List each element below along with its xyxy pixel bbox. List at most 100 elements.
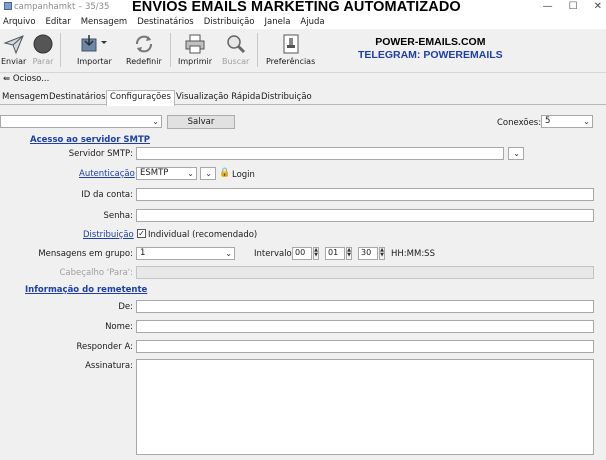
status-icon: ⇚ — [3, 74, 11, 84]
smtp-access-heading[interactable]: Acesso ao servidor SMTP — [30, 135, 150, 145]
interval-hours-spinner[interactable]: ▲ ▼ — [313, 247, 319, 260]
promo-site: POWER-EMAILS.COM — [375, 36, 486, 48]
interval-seconds-spinner[interactable]: ▲ ▼ — [379, 247, 385, 260]
menu-distribuicao[interactable]: Distribuição — [204, 17, 255, 27]
stop-icon — [32, 33, 54, 55]
interval-minutes-field[interactable]: 01 — [325, 247, 345, 260]
interval-hours-field[interactable]: 00 — [292, 247, 312, 260]
auth-value: ESMTP — [140, 168, 169, 178]
close-button[interactable]: ✕ — [594, 1, 602, 12]
search-button[interactable]: Buscar — [222, 33, 249, 66]
connections-value: 5 — [545, 116, 551, 126]
app-icon — [4, 2, 12, 10]
profile-select[interactable]: ⌄ — [0, 115, 162, 128]
authentication-link[interactable]: Autenticação — [79, 169, 135, 179]
toolbar-separator — [257, 33, 258, 67]
preferences-label: Preferências — [266, 57, 316, 66]
to-header-field[interactable] — [136, 266, 594, 279]
search-icon — [225, 33, 247, 55]
reply-to-label: Responder A: — [76, 342, 133, 352]
signature-label: Assinatura: — [85, 361, 133, 371]
tab-strip: Mensagem Destinatários Configurações Vis… — [0, 90, 606, 106]
signature-textarea[interactable] — [136, 359, 594, 455]
menu-editar[interactable]: Editar — [46, 17, 71, 27]
tab-configuracoes[interactable]: Configurações — [106, 90, 175, 106]
tab-destinatarios[interactable]: Destinatários — [46, 91, 109, 105]
import-label: Importar — [77, 57, 112, 66]
reset-button[interactable]: Redefinir — [126, 33, 162, 66]
import-icon — [79, 33, 109, 55]
connections-label: Conexões: — [497, 118, 542, 128]
chevron-down-icon: ⌄ — [187, 169, 194, 178]
tab-mensagem[interactable]: Mensagem — [0, 91, 52, 105]
search-label: Buscar — [222, 57, 250, 66]
toolbar-separator — [60, 33, 61, 67]
reset-label: Redefinir — [126, 57, 162, 66]
window-controls: — ☐ ✕ — [543, 1, 602, 12]
connections-select[interactable]: 5 ⌄ — [541, 115, 593, 128]
maximize-button[interactable]: ☐ — [569, 1, 578, 12]
banner-title: ENVIOS EMAILS MARKETING AUTOMATIZADO — [132, 0, 461, 15]
stop-label: Parar — [32, 57, 54, 66]
interval-seconds-value: 30 — [361, 248, 372, 257]
menu-mensagem[interactable]: Mensagem — [81, 17, 128, 27]
preferences-icon — [280, 33, 302, 55]
password-label: Senha: — [103, 211, 133, 221]
lock-icon: 🔒 — [219, 168, 231, 178]
print-button[interactable]: Imprimir — [178, 33, 212, 66]
from-field[interactable] — [136, 300, 594, 313]
save-button[interactable]: Salvar — [167, 115, 235, 129]
refresh-icon — [133, 33, 155, 55]
menu-bar: Arquivo Editar Mensagem Destinatários Di… — [0, 15, 606, 29]
send-icon — [2, 33, 25, 55]
menu-destinatarios[interactable]: Destinatários — [137, 17, 194, 27]
send-label: Enviar — [1, 57, 27, 66]
minimize-button[interactable]: — — [543, 1, 553, 12]
import-button[interactable]: Importar — [77, 33, 112, 66]
chevron-down-icon: ⌄ — [583, 117, 590, 126]
send-button[interactable]: Enviar — [1, 33, 26, 66]
printer-icon — [184, 33, 206, 55]
interval-minutes-spinner[interactable]: ▲ ▼ — [346, 247, 352, 260]
window-title: campanhamkt – 35/35 — [4, 2, 109, 12]
password-field[interactable] — [136, 209, 594, 222]
menu-arquivo[interactable]: Arquivo — [3, 17, 36, 27]
group-messages-label: Mensagens em grupo: — [38, 249, 133, 259]
preferences-button[interactable]: Preferências — [266, 33, 315, 66]
individual-label: Individual (recomendado) — [148, 230, 258, 240]
chevron-down-icon: ⌄ — [225, 249, 232, 258]
tab-distribuicao[interactable]: Distribuição — [258, 91, 315, 105]
smtp-server-dropdown[interactable]: ⌄ — [508, 147, 524, 160]
print-label: Imprimir — [178, 57, 213, 66]
group-messages-value: 1 — [140, 248, 146, 258]
promo-text: POWER-EMAILS.COM TELEGRAM: POWEREMAILS — [358, 36, 503, 62]
sender-info-heading[interactable]: Informação do remetente — [25, 285, 147, 295]
chevron-down-icon: ⌄ — [513, 149, 520, 158]
interval-minutes-value: 01 — [328, 248, 339, 257]
smtp-server-field[interactable] — [136, 147, 504, 160]
account-id-field[interactable] — [136, 188, 594, 201]
group-messages-select[interactable]: 1 ⌄ — [136, 247, 235, 260]
individual-checkbox[interactable]: ✓ — [137, 229, 146, 238]
name-field[interactable] — [136, 320, 594, 333]
distribution-link[interactable]: Distribuição — [83, 230, 134, 240]
menu-ajuda[interactable]: Ajuda — [300, 17, 324, 27]
interval-label: Intervalo: — [254, 249, 295, 259]
smtp-server-label: Servidor SMTP: — [68, 149, 133, 159]
status-bar: ⇚ Ocioso... — [0, 74, 606, 88]
promo-telegram: TELEGRAM: POWEREMAILS — [358, 49, 503, 61]
auth-select[interactable]: ESMTP ⌄ — [136, 167, 197, 180]
account-id-label: ID da conta: — [81, 190, 133, 200]
interval-seconds-field[interactable]: 30 — [358, 247, 378, 260]
reply-to-field[interactable] — [136, 340, 594, 353]
auth-dropdown-button[interactable]: ⌄ — [200, 167, 216, 180]
tab-visualizacao-rapida[interactable]: Visualização Rápida — [173, 91, 263, 105]
stop-button[interactable]: Parar — [32, 33, 54, 66]
interval-hours-value: 00 — [295, 248, 306, 257]
interval-format-label: HH:MM:SS — [391, 249, 435, 259]
window-title-text: campanhamkt – 35/35 — [14, 2, 110, 12]
menu-janela[interactable]: Janela — [265, 17, 291, 27]
login-label: Login — [232, 170, 255, 180]
chevron-down-icon: ⌄ — [152, 117, 159, 126]
title-bar: campanhamkt – 35/35 ENVIOS EMAILS MARKET… — [0, 0, 606, 15]
